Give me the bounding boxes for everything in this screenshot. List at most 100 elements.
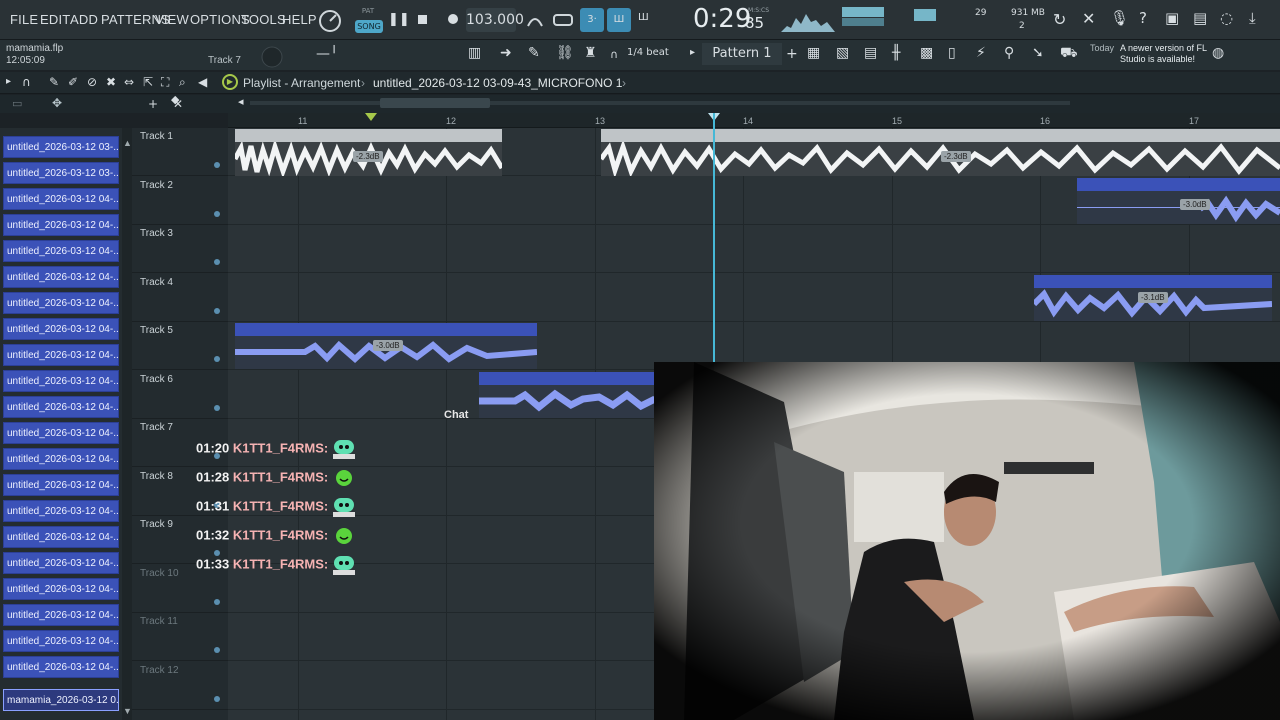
pattern-item[interactable]: untitled_2026-03-12 04-... — [3, 474, 119, 496]
blend-notes-icon[interactable]: Ш — [607, 8, 631, 32]
add-track-icon[interactable]: + — [148, 97, 158, 111]
pattern-item[interactable]: untitled_2026-03-12 04-... — [3, 630, 119, 652]
mic-stand-icon[interactable]: ⚲ — [1004, 45, 1014, 61]
audio-clip[interactable]: untitled_2026-03-12 03-15-03_MICROFONO -… — [1077, 178, 1280, 224]
plug-icon[interactable]: ⚡ — [976, 45, 986, 61]
select-tool-icon[interactable]: ⛶ — [161, 75, 169, 90]
tempo-display[interactable]: 103.000 — [466, 8, 524, 32]
zoom-diamond-icon[interactable]: ◆ — [171, 93, 179, 106]
menu-view[interactable]: VIEW — [155, 12, 189, 27]
track-header[interactable]: Track 6 — [132, 371, 228, 419]
scroll-up-icon[interactable]: ▲ — [123, 138, 132, 148]
playlist-toggle-icon[interactable]: ▶ — [222, 74, 238, 90]
song-mode-button[interactable]: SONG — [355, 20, 383, 33]
piano-roll-icon[interactable]: ▤ — [864, 45, 877, 61]
slice-tool-icon[interactable]: ⇱ — [143, 75, 153, 89]
pattern-item[interactable]: untitled_2026-03-12 04-... — [3, 396, 119, 418]
wait-for-input-icon[interactable] — [552, 10, 574, 30]
download-icon[interactable]: ⤓ — [1249, 9, 1256, 27]
pattern-item[interactable]: untitled_2026-03-12 04-... — [3, 448, 119, 470]
track-mute-led-icon[interactable] — [214, 162, 220, 168]
magnet-icon[interactable]: ∩ — [610, 48, 618, 61]
pattern-item[interactable]: untitled_2026-03-12 04-... — [3, 370, 119, 392]
playback-tool-icon[interactable]: ◀ — [198, 75, 207, 89]
pattern-item[interactable]: untitled_2026-03-12 04-... — [3, 188, 119, 210]
track-header[interactable]: Track 11 — [132, 613, 228, 661]
playlist-icon[interactable]: ▦ — [807, 45, 820, 61]
help-icon[interactable]: ? — [1139, 9, 1147, 27]
file-icon[interactable]: ▯ — [948, 45, 956, 61]
track-mute-led-icon[interactable] — [214, 259, 220, 265]
track-header[interactable]: Track 3 — [132, 225, 228, 273]
menu-edit[interactable]: EDIT — [40, 12, 70, 27]
chat-icon[interactable]: ◌ — [1220, 9, 1233, 27]
picker-icon[interactable]: ▭ — [12, 97, 22, 110]
pattern-item[interactable]: untitled_2026-03-12 04-... — [3, 266, 119, 288]
channel-rack-icon[interactable]: ▧ — [836, 45, 849, 61]
pattern-arrow-icon[interactable]: ▸ — [690, 47, 695, 58]
pattern-item[interactable]: untitled_2026-03-12 04-... — [3, 604, 119, 626]
pattern-item[interactable]: untitled_2026-03-12 04-... — [3, 214, 119, 236]
arrow-right-icon[interactable]: ➜ — [500, 45, 512, 61]
pattern-item[interactable]: untitled_2026-03-12 04-... — [3, 500, 119, 522]
track-header[interactable]: Track 1 — [132, 128, 228, 176]
track-header[interactable]: Track 4 — [132, 274, 228, 322]
pause-icon[interactable]: ❚❚ — [388, 12, 410, 27]
pattern-item[interactable]: untitled_2026-03-12 04-... — [3, 292, 119, 314]
master-pitch-icon[interactable]: —╵ — [316, 46, 338, 62]
paint-tool-icon[interactable]: ✐ — [68, 75, 78, 89]
track-header[interactable]: Track 5 — [132, 322, 228, 370]
pattern-selector[interactable]: Pattern 1 — [702, 43, 782, 65]
save-icon[interactable]: ▣ — [1165, 9, 1179, 27]
track-mute-led-icon[interactable] — [214, 308, 220, 314]
playlist-menu-arrow-icon[interactable]: ▸ — [6, 76, 11, 87]
audio-clip[interactable]: untitled_2026-03-12 03-05-38_MICROFONO 1… — [235, 323, 537, 369]
menu-file[interactable]: FILE — [10, 12, 38, 27]
stop-icon[interactable] — [418, 15, 427, 24]
picker-move-icon[interactable]: ✥ — [52, 96, 62, 110]
countdown-icon[interactable]: 3· — [580, 8, 604, 32]
pattern-item[interactable]: untitled_2026-03-12 04-... — [3, 656, 119, 678]
scroll-left-icon[interactable]: ◂ — [238, 95, 244, 108]
update-notice[interactable]: A newer version of FL Studio is availabl… — [1120, 43, 1216, 65]
audio-clip[interactable]: untitled_2026-03-12 03-12-24_MICROFONO 1… — [1034, 275, 1272, 321]
stamp-icon[interactable]: ♜ — [584, 45, 597, 61]
track-mute-led-icon[interactable] — [214, 211, 220, 217]
track-header[interactable]: Track 12 — [132, 662, 228, 710]
pattern-item[interactable]: untitled_2026-03-12 04-... — [3, 240, 119, 262]
pattern-item[interactable]: untitled_2026-03-12 04-... — [3, 422, 119, 444]
brush-icon[interactable]: ✎ — [528, 45, 540, 61]
track-mute-led-icon[interactable] — [214, 405, 220, 411]
scroll-down-icon[interactable]: ▼ — [123, 706, 132, 716]
arrow-diag-icon[interactable]: ➘ — [1032, 45, 1044, 61]
track-mute-led-icon[interactable] — [214, 647, 220, 653]
pan-knob-icon[interactable] — [260, 45, 284, 69]
playhead[interactable] — [713, 113, 715, 363]
pattern-item[interactable]: untitled_2026-03-12 04-... — [3, 578, 119, 600]
magnet-snap-icon[interactable]: ∩ — [22, 75, 31, 89]
add-pattern-icon[interactable]: + — [786, 46, 798, 62]
pattern-item[interactable]: untitled_2026-03-12 03-... — [3, 162, 119, 184]
zoom-tool-icon[interactable]: ⌕ — [179, 75, 186, 90]
mute-tool-icon[interactable]: ✖ — [106, 75, 116, 89]
piano-icon[interactable]: ▥ — [468, 45, 481, 61]
timeline-ruler[interactable] — [228, 113, 1280, 128]
snap-select[interactable]: 1/4 beat — [627, 47, 669, 58]
track-mute-led-icon[interactable] — [214, 696, 220, 702]
loop-start-marker-icon[interactable] — [365, 113, 377, 121]
metronome-icon[interactable] — [525, 10, 545, 30]
draw-tool-icon[interactable]: ✎ — [49, 75, 59, 89]
track-header[interactable]: Track 2 — [132, 177, 228, 225]
microphone-icon[interactable]: 🎙 — [1110, 9, 1129, 27]
pattern-item[interactable]: untitled_2026-03-12 04-... — [3, 526, 119, 548]
song-time-display[interactable]: 0:29 — [693, 4, 751, 34]
refresh-icon[interactable]: ↻ — [1053, 10, 1066, 29]
audio-clip[interactable]: untitled_2026-03-12 03-09-43_MICRO — [479, 372, 655, 418]
pattern-list-scrollbar[interactable]: ▲ ▼ — [122, 128, 132, 720]
overview-scrollbar[interactable] — [250, 101, 1070, 105]
pattern-item[interactable]: untitled_2026-03-12 04-... — [3, 552, 119, 574]
browser-icon[interactable]: ▩ — [920, 45, 933, 61]
globe-icon[interactable]: ◍ — [1212, 45, 1224, 61]
menu-add[interactable]: ADD — [70, 12, 98, 27]
pattern-item[interactable]: untitled_2026-03-12 04-... — [3, 344, 119, 366]
